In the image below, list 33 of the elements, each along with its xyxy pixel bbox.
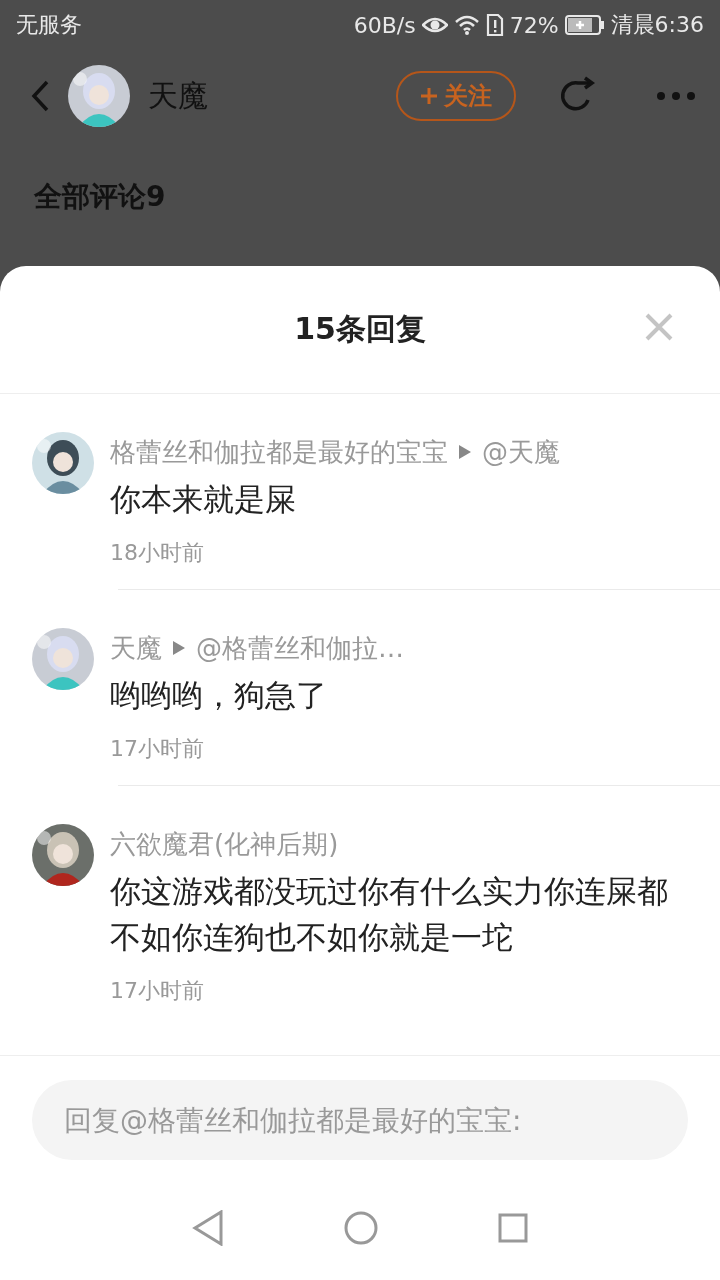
wifi-icon: [453, 14, 480, 36]
commenter-name[interactable]: 六欲魔君(化神后期): [110, 826, 339, 862]
recents-nav-icon[interactable]: [498, 1213, 528, 1243]
battery-icon: [564, 14, 605, 36]
clock-text: 清晨6:36: [610, 11, 704, 39]
reply-target[interactable]: @格蕾丝和伽拉…: [196, 630, 404, 666]
commenter-name[interactable]: 格蕾丝和伽拉都是最好的宝宝: [110, 434, 448, 470]
carrier-text: 无服务: [16, 11, 82, 39]
user-name: 天魔: [148, 76, 209, 115]
reply-time: 18小时前: [110, 539, 204, 567]
network-speed: 60B/s: [353, 12, 416, 38]
triangle-icon: [458, 444, 472, 460]
reply-input[interactable]: 回复@格蕾丝和伽拉都是最好的宝宝:: [32, 1080, 688, 1160]
reply-time: 17小时前: [110, 977, 204, 1005]
triangle-icon: [172, 640, 186, 656]
reply-text: 你这游戏都没玩过你有什么实力你连屎都不如你连狗也不如你就是一坨: [110, 872, 669, 957]
close-button[interactable]: [644, 312, 674, 342]
plus-icon: [420, 87, 438, 105]
reply-target[interactable]: @天魔: [482, 434, 560, 470]
eye-icon: [421, 16, 448, 34]
reply-text: 你本来就是屎: [110, 480, 297, 519]
reply-text: 哟哟哟，狗急了: [110, 676, 328, 715]
reply-time: 17小时前: [110, 735, 204, 763]
back-nav-icon[interactable]: [192, 1210, 224, 1246]
follow-button[interactable]: 关注: [396, 71, 516, 121]
sheet-title: 15条回复: [294, 310, 426, 348]
home-nav-icon[interactable]: [344, 1211, 378, 1245]
more-button[interactable]: [656, 91, 696, 101]
battery-percent: 72%: [509, 12, 559, 38]
sim-alert-icon: [485, 13, 504, 37]
back-button[interactable]: [30, 79, 50, 113]
commenter-name[interactable]: 天魔: [110, 630, 162, 666]
section-title: 全部评论9: [34, 180, 166, 213]
